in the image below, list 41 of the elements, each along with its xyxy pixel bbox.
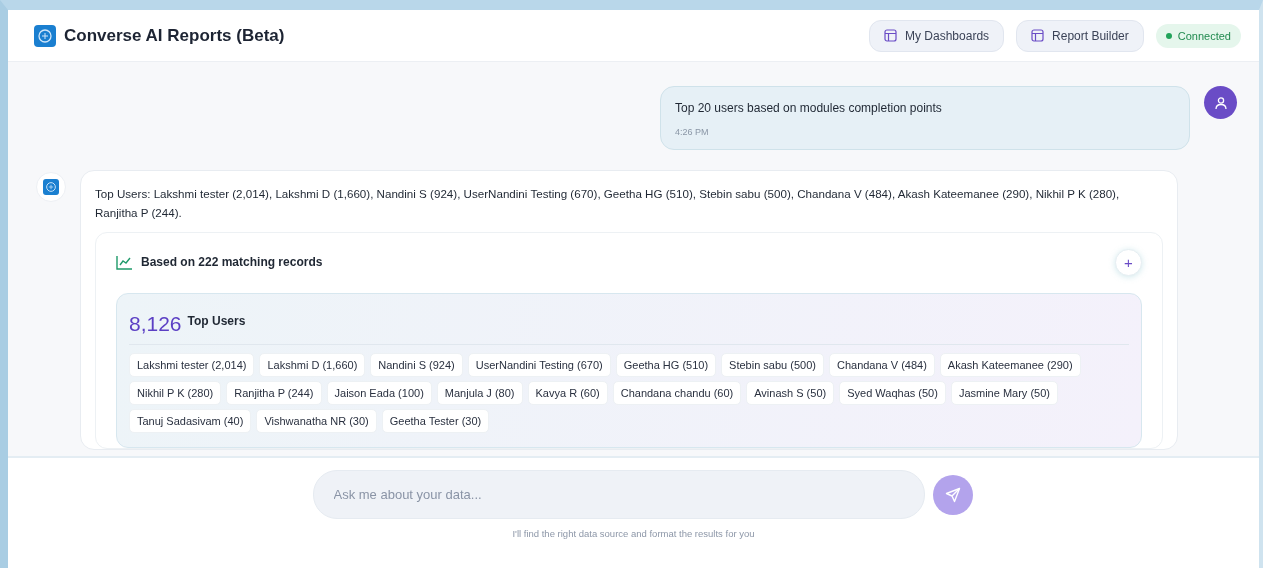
message-text: Top 20 users based on modules completion points bbox=[675, 101, 943, 115]
chat-input[interactable]: Ask me about your data... bbox=[312, 470, 925, 519]
add-button[interactable]: + bbox=[1115, 248, 1142, 276]
person-icon bbox=[1213, 95, 1228, 110]
records-caption: Based on 222 matching records bbox=[141, 255, 324, 269]
user-chip: Akash Kateemanee (290) bbox=[939, 353, 1081, 377]
user-chip: Jasmine Mary (50) bbox=[950, 381, 1058, 405]
message-text: Top Users: Lakshmi tester (2,014), Lakshmi D (1,660), Nandini S (924), UserNandini Testing (670), Geetha HG (510), Stebin sabu (500), Chandana V (484), Akash Kateemanee (290), Nikhil P K (280), Ranjitha P (244). bbox=[95, 186, 1121, 221]
header-button[interactable]: My Dashboards bbox=[869, 19, 1005, 52]
composer-hint: I'll find the right data source and format the results for you bbox=[512, 528, 755, 539]
user-chip: Geetha Tester (30) bbox=[381, 409, 490, 433]
app-title: Converse AI Reports (Beta) bbox=[64, 25, 286, 46]
stat-label: Top Users bbox=[187, 314, 246, 328]
send-button[interactable] bbox=[932, 474, 973, 515]
logo-icon bbox=[34, 24, 56, 47]
logo-icon bbox=[43, 179, 59, 195]
user-chip: Stebin sabu (500) bbox=[721, 353, 824, 377]
user-chip: Geetha HG (510) bbox=[615, 353, 717, 377]
user-chip: Tanuj Sadasivam (40) bbox=[129, 409, 252, 433]
user-chip: Lakshmi D (1,660) bbox=[259, 353, 366, 377]
send-icon bbox=[944, 486, 961, 503]
layout-icon bbox=[884, 29, 897, 42]
user-chip: Vishwanatha NR (30) bbox=[256, 409, 377, 433]
user-chip: Nikhil P K (280) bbox=[129, 381, 222, 405]
user-chip: Nandini S (924) bbox=[370, 353, 463, 377]
user-chip: UserNandini Testing (670) bbox=[467, 353, 611, 377]
user-chip: Kavya R (60) bbox=[527, 381, 608, 405]
user-chip: Manjula J (80) bbox=[436, 381, 523, 405]
stat-value: 8,126 bbox=[129, 312, 182, 336]
user-chip: Chandana V (484) bbox=[828, 353, 935, 377]
user-chip: Syed Waqhas (50) bbox=[839, 381, 946, 405]
user-chip: Jaison Eada (100) bbox=[326, 381, 432, 405]
header-button[interactable]: Report Builder bbox=[1016, 19, 1144, 52]
user-chip: Lakshmi tester (2,014) bbox=[129, 353, 255, 377]
connection-status: Connected bbox=[1155, 23, 1241, 48]
user-chip: Avinash S (50) bbox=[746, 381, 835, 405]
chart-line-icon bbox=[116, 254, 133, 270]
layout-icon bbox=[1031, 29, 1045, 42]
user-chip: Ranjitha P (244) bbox=[226, 381, 322, 405]
user-chip: Chandana chandu (60) bbox=[612, 381, 742, 405]
message-time: 4:26 PM bbox=[675, 127, 710, 137]
